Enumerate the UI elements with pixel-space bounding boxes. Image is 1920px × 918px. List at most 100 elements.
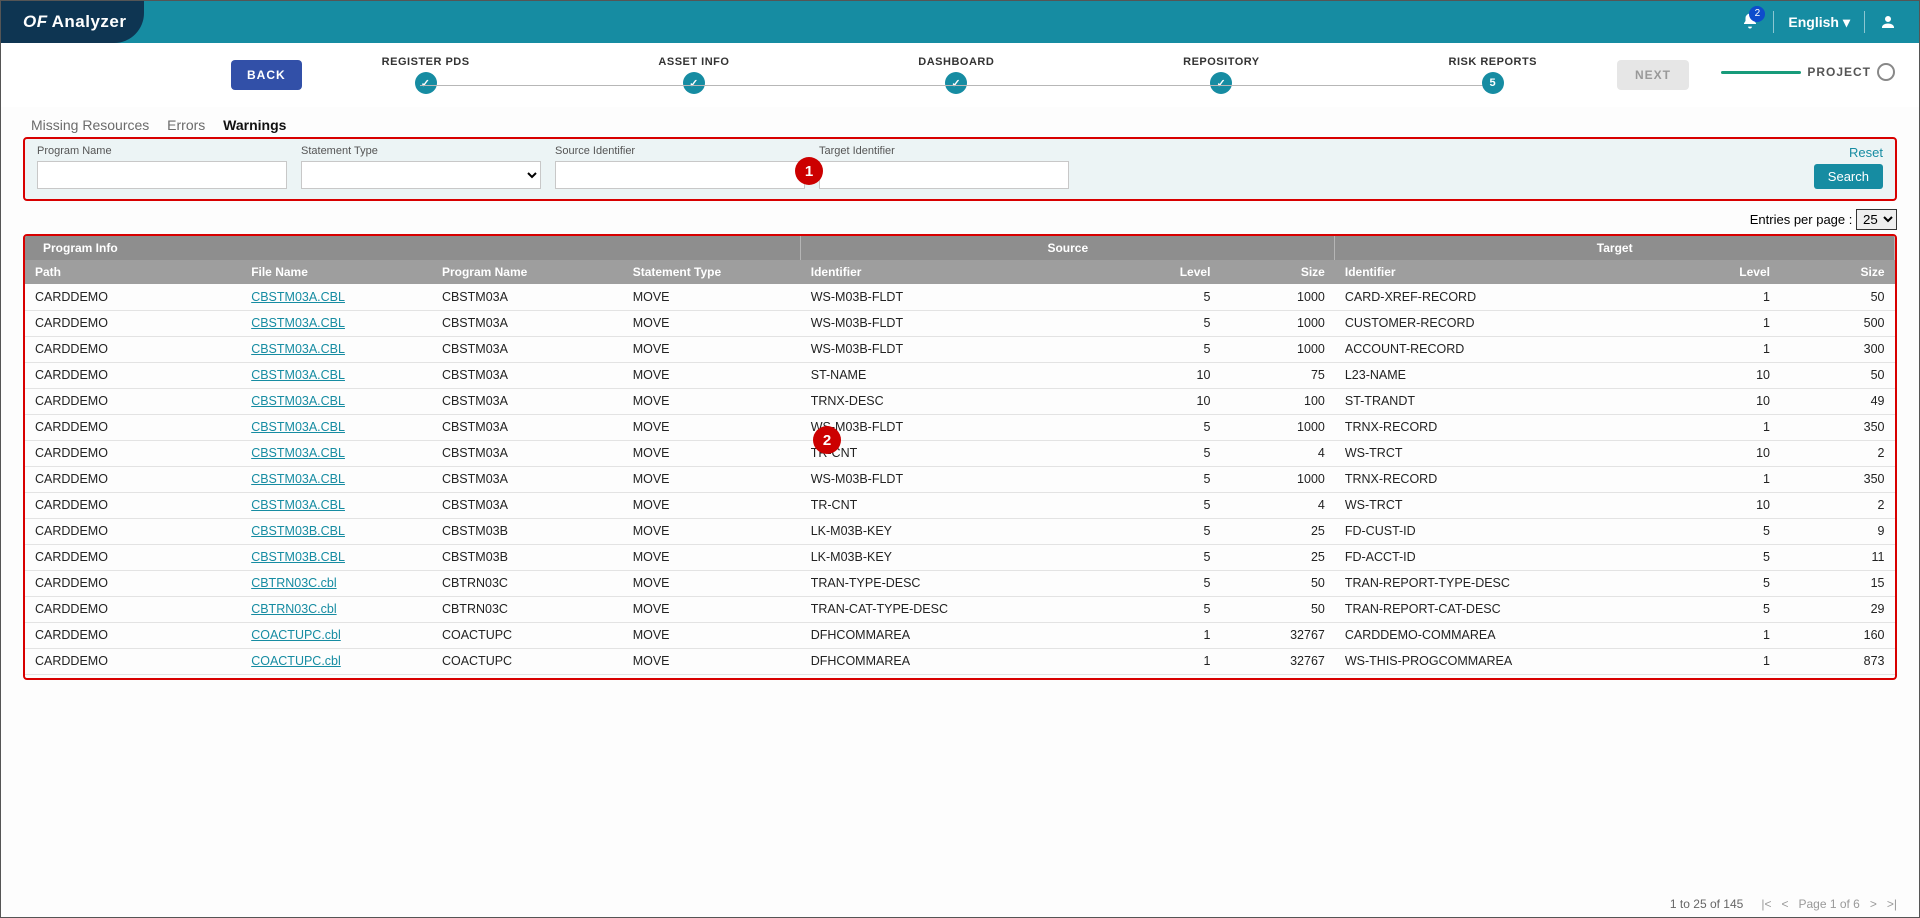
col-slevel[interactable]: Level [1131, 260, 1220, 284]
cell-slevel: 5 [1131, 336, 1220, 362]
workflow-stepper: BACK REGISTER PDS✓ ASSET INFO✓ DASHBOARD… [1, 43, 1919, 107]
cell-file[interactable]: CBSTM03A.CBL [241, 492, 432, 518]
statement-type-select[interactable] [301, 161, 541, 189]
table-row[interactable]: CARDDEMOCBSTM03A.CBLCBSTM03AMOVETR-CNT54… [25, 440, 1895, 466]
cell-file[interactable]: CBSTM03A.CBL [241, 362, 432, 388]
table-row[interactable]: CARDDEMOCBSTM03A.CBLCBSTM03AMOVEWS-M03B-… [25, 466, 1895, 492]
notifications-button[interactable]: 2 [1741, 12, 1759, 33]
cell-stype: MOVE [623, 336, 801, 362]
table-row[interactable]: CARDDEMOCOACTUPC.cblCOACTUPCMOVEDFHCOMMA… [25, 648, 1895, 674]
cell-file[interactable]: CBSTM03A.CBL [241, 284, 432, 310]
table-row[interactable]: CARDDEMOCBSTM03A.CBLCBSTM03AMOVEST-NAME1… [25, 362, 1895, 388]
project-indicator[interactable]: PROJECT [1721, 63, 1895, 81]
cell-file[interactable]: CBSTM03A.CBL [241, 440, 432, 466]
page-first-icon[interactable]: |< [1761, 897, 1771, 911]
table-row[interactable]: CARDDEMOCBSTM03A.CBLCBSTM03AMOVETR-CNT54… [25, 492, 1895, 518]
divider [1773, 11, 1774, 33]
page-last-icon[interactable]: >| [1887, 897, 1897, 911]
cell-file[interactable]: COACTUPC.cbl [241, 648, 432, 674]
cell-program: CBSTM03A [432, 492, 623, 518]
cell-tlevel: 1 [1691, 336, 1780, 362]
table-row[interactable]: CARDDEMOCOACTUPC.cblCOACTUPCMOVEDFHCOMMA… [25, 622, 1895, 648]
col-file[interactable]: File Name [241, 260, 432, 284]
cell-file[interactable]: CBTRN03C.cbl [241, 596, 432, 622]
cell-program: CBSTM03A [432, 466, 623, 492]
page-prev-icon[interactable]: < [1781, 897, 1788, 911]
cell-slevel: 5 [1131, 414, 1220, 440]
statement-type-label: Statement Type [301, 145, 541, 157]
table-row[interactable]: CARDDEMOCBSTM03A.CBLCBSTM03AMOVEWS-M03B-… [25, 284, 1895, 310]
notification-count: 2 [1749, 6, 1765, 22]
cell-tlevel: 10 [1691, 440, 1780, 466]
back-button[interactable]: BACK [231, 60, 302, 90]
user-icon[interactable] [1879, 13, 1897, 31]
cell-tsize: 49 [1780, 388, 1895, 414]
col-tlevel[interactable]: Level [1691, 260, 1780, 284]
cell-program: CBSTM03A [432, 310, 623, 336]
table-row[interactable]: CARDDEMOCBSTM03A.CBLCBSTM03AMOVEWS-M03B-… [25, 310, 1895, 336]
cell-slevel: 5 [1131, 284, 1220, 310]
page-next-icon[interactable]: > [1870, 897, 1877, 911]
cell-ssize: 1000 [1220, 336, 1334, 362]
cell-file[interactable]: CBSTM03A.CBL [241, 310, 432, 336]
language-selector[interactable]: English ▾ [1788, 14, 1850, 31]
cell-path: CARDDEMO [25, 284, 241, 310]
col-sid[interactable]: Identifier [801, 260, 1132, 284]
step-register-pds[interactable]: REGISTER PDS✓ [382, 56, 470, 94]
cell-path: CARDDEMO [25, 362, 241, 388]
cell-file[interactable]: CBSTM03A.CBL [241, 388, 432, 414]
source-identifier-input[interactable] [555, 161, 805, 189]
callout-1: 1 [795, 157, 823, 185]
cell-slevel: 5 [1131, 440, 1220, 466]
cell-slevel: 5 [1131, 492, 1220, 518]
cell-path: CARDDEMO [25, 648, 241, 674]
cell-tid: TRNX-RECORD [1335, 466, 1691, 492]
cell-file[interactable]: CBSTM03A.CBL [241, 414, 432, 440]
cell-tid: FD-CUST-ID [1335, 518, 1691, 544]
col-ssize[interactable]: Size [1220, 260, 1334, 284]
divider [1864, 11, 1865, 33]
cell-file[interactable]: CBSTM03B.CBL [241, 544, 432, 570]
table-row[interactable]: CARDDEMOCBTRN03C.cblCBTRN03CMOVETRAN-TYP… [25, 570, 1895, 596]
cell-file[interactable]: CBSTM03A.CBL [241, 336, 432, 362]
table-row[interactable]: CARDDEMOCBSTM03A.CBLCBSTM03AMOVETRNX-DES… [25, 388, 1895, 414]
cell-file[interactable]: CBSTM03B.CBL [241, 518, 432, 544]
step-dashboard[interactable]: DASHBOARD✓ [918, 56, 994, 94]
col-stype[interactable]: Statement Type [623, 260, 801, 284]
reset-link[interactable]: Reset [1814, 145, 1883, 160]
cell-file[interactable]: CBSTM03A.CBL [241, 466, 432, 492]
cell-tid: L23-NAME [1335, 362, 1691, 388]
cell-sid: WS-M03B-FLDT [801, 284, 1132, 310]
cell-ssize: 4 [1220, 440, 1334, 466]
search-button[interactable]: Search [1814, 164, 1883, 189]
logo-rest: Analyzer [52, 12, 127, 32]
tab-errors[interactable]: Errors [167, 117, 205, 133]
table-row[interactable]: CARDDEMOCBSTM03A.CBLCBSTM03AMOVEWS-M03B-… [25, 336, 1895, 362]
cell-ssize: 32767 [1220, 622, 1334, 648]
tab-missing-resources[interactable]: Missing Resources [31, 117, 149, 133]
table-row[interactable]: CARDDEMOCBSTM03B.CBLCBSTM03BMOVELK-M03B-… [25, 544, 1895, 570]
table-row[interactable]: CARDDEMOCBTRN03C.cblCBTRN03CMOVETRAN-CAT… [25, 596, 1895, 622]
cell-tlevel: 10 [1691, 388, 1780, 414]
cell-file[interactable]: CBTRN03C.cbl [241, 570, 432, 596]
entries-per-page-select[interactable]: 25 [1856, 209, 1897, 230]
tab-warnings[interactable]: Warnings [223, 117, 286, 133]
table-row[interactable]: CARDDEMOCBSTM03A.CBLCBSTM03AMOVEWS-M03B-… [25, 414, 1895, 440]
cell-tid: WS-THIS-PROGCOMMAREA [1335, 648, 1691, 674]
step-risk-reports[interactable]: RISK REPORTS5 [1449, 56, 1538, 94]
step-repository[interactable]: REPOSITORY✓ [1183, 56, 1260, 94]
cell-file[interactable]: COACTUPC.cbl [241, 622, 432, 648]
program-name-input[interactable] [37, 161, 287, 189]
cell-slevel: 5 [1131, 596, 1220, 622]
target-identifier-input[interactable] [819, 161, 1069, 189]
table-row[interactable]: CARDDEMOCBSTM03B.CBLCBSTM03BMOVELK-M03B-… [25, 518, 1895, 544]
step-asset-info[interactable]: ASSET INFO✓ [658, 56, 729, 94]
cell-tsize: 50 [1780, 284, 1895, 310]
results-table-container: 2 Program Info Source Target Path File N… [23, 234, 1897, 680]
col-program[interactable]: Program Name [432, 260, 623, 284]
cell-path: CARDDEMO [25, 622, 241, 648]
cell-tid: CARD-XREF-RECORD [1335, 284, 1691, 310]
col-tsize[interactable]: Size [1780, 260, 1895, 284]
col-tid[interactable]: Identifier [1335, 260, 1691, 284]
col-path[interactable]: Path [25, 260, 241, 284]
